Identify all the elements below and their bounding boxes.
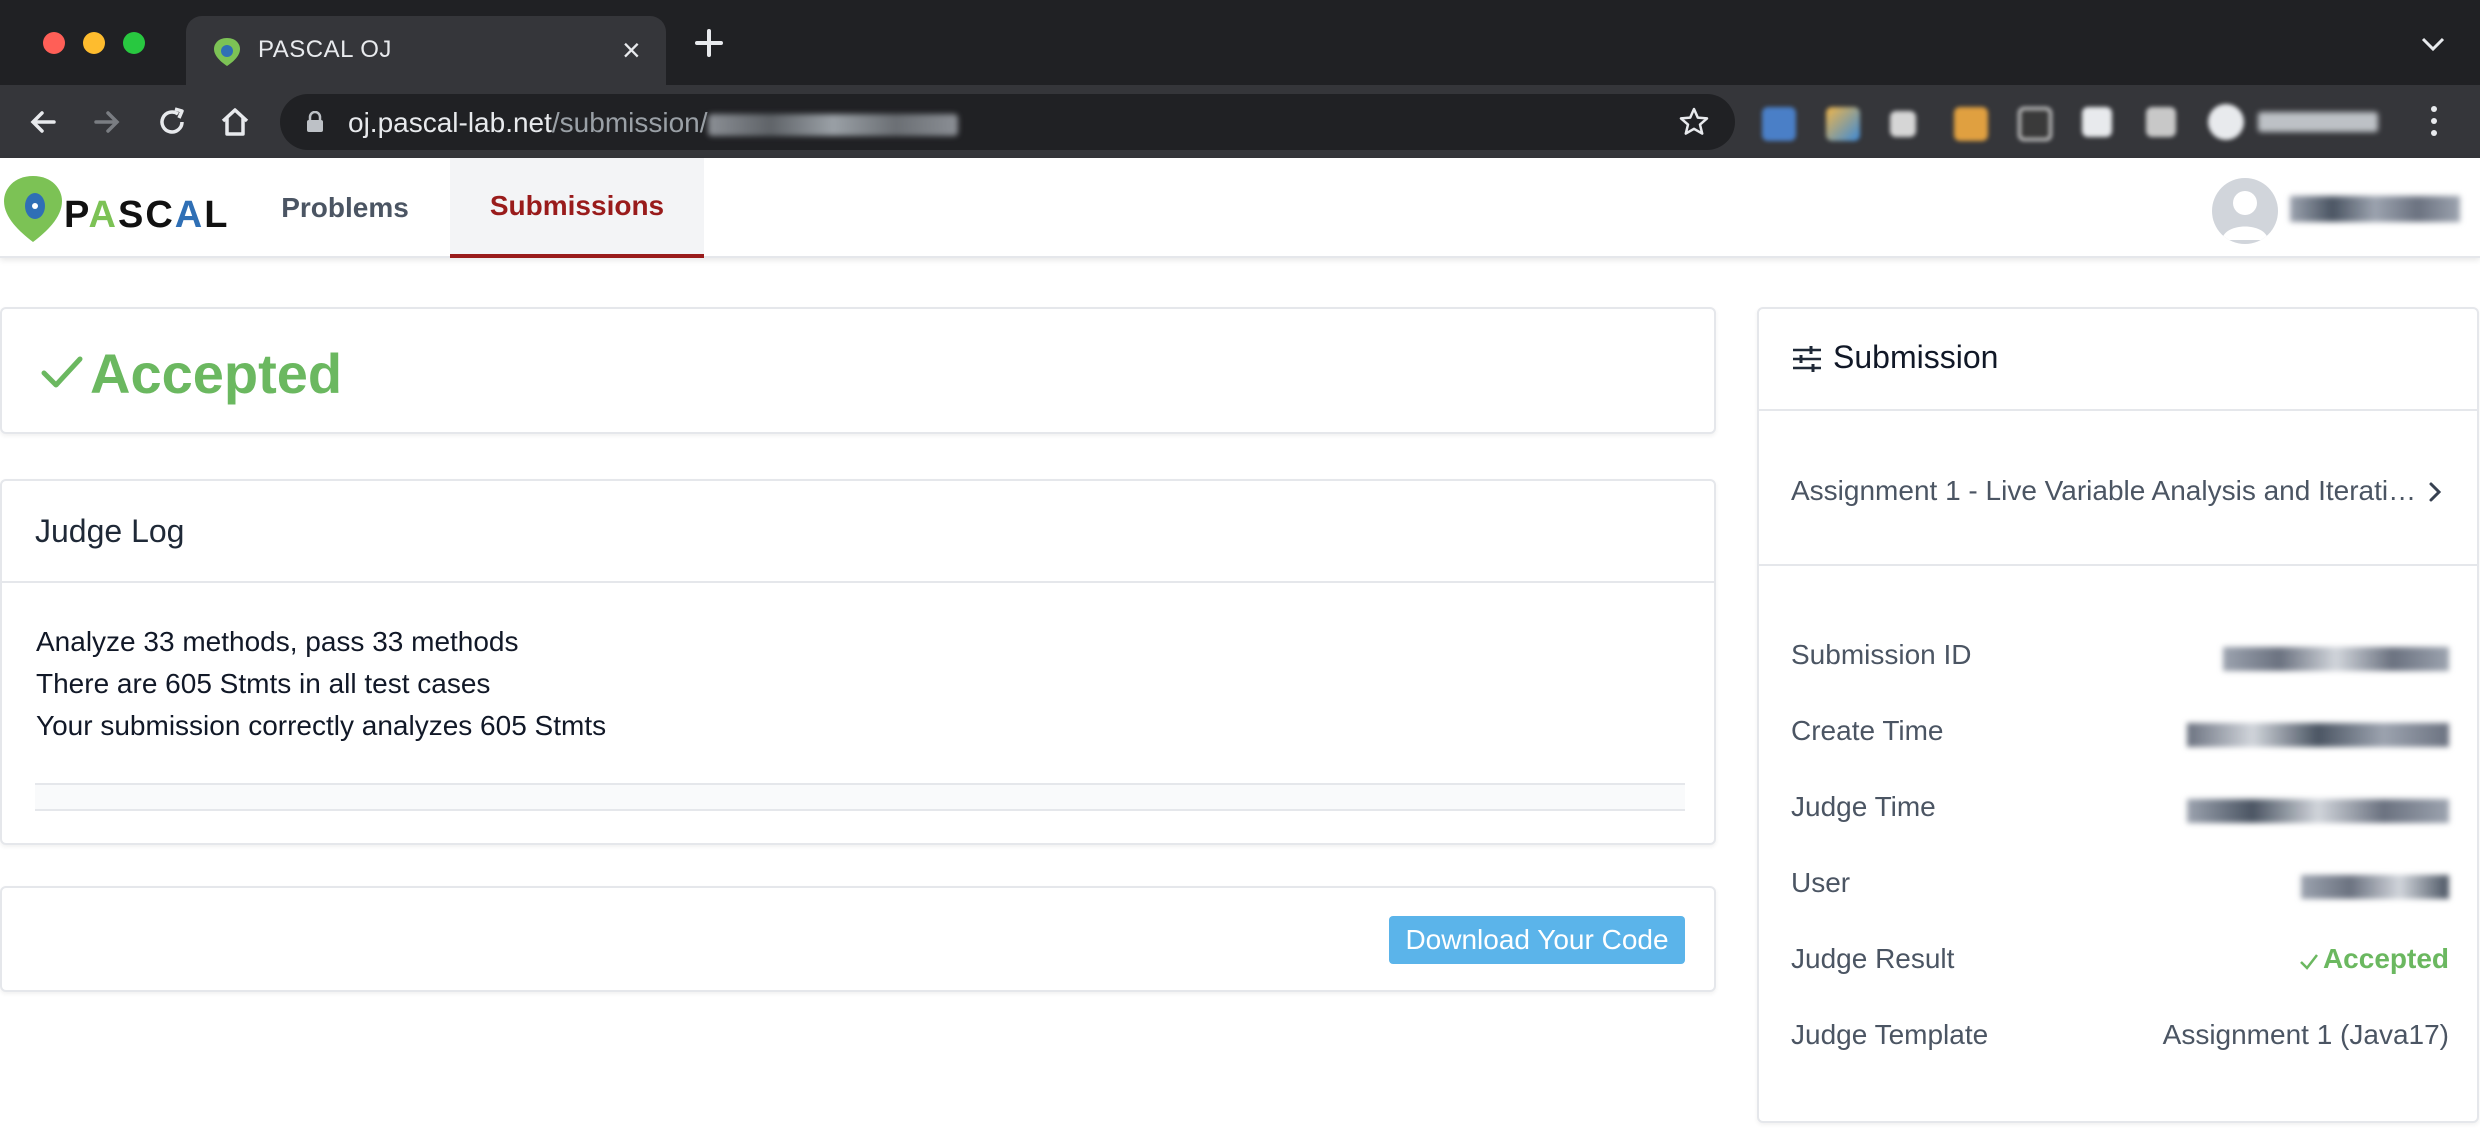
extension-2-icon[interactable] xyxy=(1826,107,1860,141)
user-redacted[interactable] xyxy=(2301,875,2449,899)
log-line: There are 605 Stmts in all test cases xyxy=(36,668,491,699)
username-redacted[interactable] xyxy=(2290,196,2460,222)
browser-tab-bar: PASCAL OJ × xyxy=(0,0,2480,85)
extension-3-icon[interactable] xyxy=(1890,111,1916,137)
browser-menu-icon[interactable] xyxy=(2426,103,2442,139)
info-label: User xyxy=(1791,867,1851,898)
avatar[interactable] xyxy=(2212,178,2278,244)
divider xyxy=(1759,409,2479,411)
judge-result-text: Accepted xyxy=(2322,943,2449,974)
log-line: Analyze 33 methods, pass 33 methods xyxy=(36,626,519,657)
info-row-judge-template: Judge Template Assignment 1 (Java17) xyxy=(1791,1019,2449,1059)
info-row-judge-result: Judge Result Accepted xyxy=(1791,943,2449,983)
logo-text: PASCAL xyxy=(64,194,230,236)
close-window-button[interactable] xyxy=(43,32,65,54)
info-label: Submission ID xyxy=(1791,639,1972,670)
profile-chip[interactable] xyxy=(2200,100,2395,144)
pascal-logo[interactable]: PASCAL xyxy=(2,174,227,244)
status-text: Accepted xyxy=(90,342,343,405)
back-icon[interactable] xyxy=(26,105,60,139)
log-line: Your submission correctly analyzes 605 S… xyxy=(36,710,607,741)
url-host: oj.pascal-lab.net xyxy=(348,107,552,138)
download-code-button[interactable]: Download Your Code xyxy=(1389,916,1685,964)
lock-icon xyxy=(307,111,323,132)
download-card: Download Your Code xyxy=(0,886,1716,992)
url-redacted xyxy=(707,113,958,136)
info-row-judge-time: Judge Time xyxy=(1791,791,2449,831)
nav-problems[interactable]: Problems xyxy=(260,158,430,258)
submission-sidebar: Submission Assignment 1 - Live Variable … xyxy=(1757,307,2479,1123)
info-row-create-time: Create Time xyxy=(1791,715,2449,755)
puzzle-icon[interactable] xyxy=(2082,107,2112,137)
info-label: Judge Result xyxy=(1791,943,1955,974)
extension-5-icon[interactable] xyxy=(2018,107,2052,141)
chevron-down-icon[interactable] xyxy=(2420,34,2446,54)
judge-log-title: Judge Log xyxy=(35,513,185,549)
logo-mark-icon xyxy=(4,176,62,242)
address-bar[interactable]: oj.pascal-lab.net/submission/ xyxy=(280,94,1735,150)
info-label: Judge Template xyxy=(1791,1019,1989,1050)
info-label: Judge Time xyxy=(1791,791,1936,822)
new-tab-icon[interactable] xyxy=(692,26,726,60)
info-label: Create Time xyxy=(1791,715,1944,746)
divider xyxy=(1759,564,2479,566)
divider xyxy=(2,581,1716,583)
reload-icon[interactable] xyxy=(155,105,189,139)
judge-time-redacted xyxy=(2187,799,2449,823)
browser-toolbar: oj.pascal-lab.net/submission/ xyxy=(0,85,2480,158)
home-icon[interactable] xyxy=(218,105,252,139)
forward-icon[interactable] xyxy=(90,105,124,139)
minimize-window-button[interactable] xyxy=(83,32,105,54)
judge-template-value: Assignment 1 (Java17) xyxy=(2162,1019,2449,1050)
url-text: oj.pascal-lab.net/submission/ xyxy=(348,107,958,139)
url-path: /submission/ xyxy=(551,107,708,138)
problem-link[interactable]: Assignment 1 - Live Variable Analysis an… xyxy=(1791,475,2421,507)
chevron-right-icon[interactable] xyxy=(2425,477,2445,507)
app-header: PASCAL Problems Submissions xyxy=(0,158,2480,258)
extension-1-icon[interactable] xyxy=(1762,107,1796,141)
sliders-icon xyxy=(1793,346,1821,372)
browser-tab[interactable]: PASCAL OJ × xyxy=(186,16,666,85)
info-row-submission-id: Submission ID xyxy=(1791,639,2449,679)
user-avatar-icon xyxy=(2222,191,2268,240)
judge-log-lines: Analyze 33 methods, pass 33 methods Ther… xyxy=(36,621,606,747)
judge-log-details-bar[interactable] xyxy=(35,783,1685,811)
check-icon xyxy=(2300,953,2318,970)
extension-4-icon[interactable] xyxy=(1954,107,1988,141)
pascal-favicon-icon xyxy=(214,38,240,66)
status-card: Accepted xyxy=(0,307,1716,434)
extension-7-icon[interactable] xyxy=(2146,107,2176,137)
submission-id-redacted xyxy=(2223,647,2449,671)
check-icon xyxy=(41,356,83,388)
judge-result-value: Accepted xyxy=(2299,943,2449,975)
bookmark-star-icon[interactable] xyxy=(1678,106,1710,138)
tab-title: PASCAL OJ xyxy=(258,36,392,63)
tab-close-icon[interactable]: × xyxy=(622,30,641,70)
sidebar-title: Submission xyxy=(1833,339,1999,375)
maximize-window-button[interactable] xyxy=(123,32,145,54)
nav-submissions[interactable]: Submissions xyxy=(450,158,704,258)
create-time-redacted xyxy=(2187,723,2449,747)
info-row-user: User xyxy=(1791,867,2449,907)
judge-log-card: Judge Log Analyze 33 methods, pass 33 me… xyxy=(0,479,1716,845)
